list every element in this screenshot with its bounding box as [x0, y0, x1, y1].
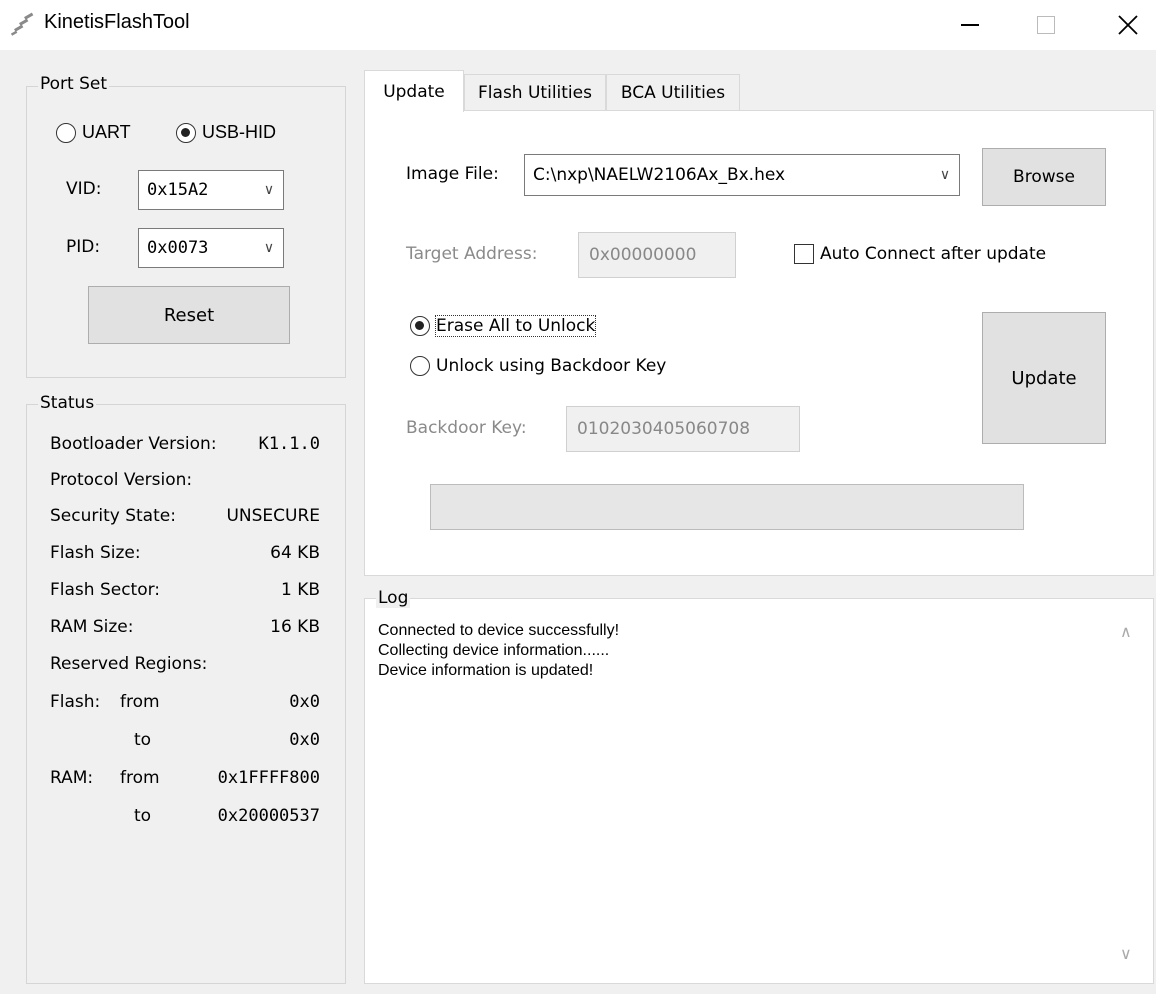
image-file-value: C:\nxp\NAELW2106Ax_Bx.hex — [533, 165, 786, 185]
kinetis-logo-icon — [10, 12, 34, 36]
flash-size-label: Flash Size: — [50, 543, 141, 563]
close-button[interactable] — [1100, 0, 1156, 50]
unlock-backdoor-radio-circle — [410, 356, 430, 376]
reserved-regions-label: Reserved Regions: — [50, 654, 208, 674]
ram-from-label: from — [120, 768, 160, 788]
log-line: Collecting device information...... — [378, 642, 610, 659]
target-address-label: Target Address: — [406, 244, 538, 264]
flash-sector-value: 1 KB — [280, 580, 320, 600]
ram-to-row: to 0x20000537 — [50, 806, 320, 834]
chevron-down-icon: ∨ — [263, 240, 275, 256]
flash-sector-row: Flash Sector: 1 KB — [50, 580, 320, 608]
backdoor-key-label: Backdoor Key: — [406, 418, 527, 438]
flash-to-label: to — [134, 730, 152, 750]
window-title: KinetisFlashTool — [44, 11, 190, 33]
ram-from-value: 0x1FFFF800 — [217, 768, 320, 788]
status-label: Status — [38, 393, 97, 413]
erase-all-radio[interactable]: Erase All to Unlock — [410, 315, 597, 337]
bootloader-version-value: K1.1.0 — [258, 434, 320, 454]
protocol-version-label: Protocol Version: — [50, 470, 193, 490]
close-icon — [1118, 15, 1138, 35]
image-file-label: Image File: — [406, 164, 499, 184]
maximize-button[interactable] — [1018, 0, 1074, 50]
vid-label: VID: — [66, 179, 102, 199]
security-state-label: Security State: — [50, 506, 176, 526]
ram-to-label: to — [134, 806, 152, 826]
usb-hid-label: USB-HID — [202, 122, 277, 142]
ram-size-value: 16 KB — [270, 617, 320, 637]
progress-bar — [430, 484, 1024, 530]
chevron-down-icon: ∨ — [939, 167, 951, 183]
chevron-down-icon: ∨ — [263, 182, 275, 198]
bootloader-version-row: Bootloader Version: K1.1.0 — [50, 434, 320, 462]
unlock-backdoor-label: Unlock using Backdoor Key — [436, 356, 667, 376]
auto-connect-check-box — [794, 244, 814, 264]
target-address-input[interactable]: 0x00000000 — [578, 232, 736, 278]
ram-from-row: RAM: from 0x1FFFF800 — [50, 768, 320, 796]
flash-to-row: to 0x0 — [50, 730, 320, 758]
pid-label: PID: — [66, 237, 101, 257]
usb-hid-radio-circle — [176, 122, 196, 143]
tab-flash-utilities[interactable]: Flash Utilities — [464, 74, 606, 110]
auto-connect-label: Auto Connect after update — [820, 244, 1047, 264]
update-button[interactable]: Update — [982, 312, 1106, 444]
minimize-icon — [961, 24, 979, 26]
flash-from-value: 0x0 — [289, 692, 320, 712]
flash-size-row: Flash Size: 64 KB — [50, 543, 320, 571]
ram-size-row: RAM Size: 16 KB — [50, 617, 320, 645]
image-file-select[interactable]: C:\nxp\NAELW2106Ax_Bx.hex ∨ — [524, 154, 960, 196]
backdoor-key-input[interactable]: 0102030405060708 — [566, 406, 800, 452]
flash-from-row: Flash: from 0x0 — [50, 692, 320, 720]
erase-all-label: Erase All to Unlock — [434, 315, 597, 337]
log-scrollbar[interactable]: ∧ ∨ — [1112, 610, 1146, 972]
maximize-icon — [1037, 16, 1055, 34]
ram-to-value: 0x20000537 — [217, 806, 320, 826]
usb-hid-radio[interactable]: USB-HID — [176, 122, 276, 143]
security-state-row: Security State: UNSECURE — [50, 506, 320, 534]
security-state-value: UNSECURE — [226, 506, 320, 526]
flash-to-value: 0x0 — [289, 730, 320, 750]
bootloader-version-label: Bootloader Version: — [50, 434, 217, 454]
pid-value: 0x0073 — [147, 238, 209, 258]
vid-select[interactable]: 0x15A2 ∨ — [138, 170, 284, 210]
log-line: Connected to device successfully! — [378, 622, 620, 639]
browse-button[interactable]: Browse — [982, 148, 1106, 206]
uart-radio-circle — [56, 122, 76, 143]
flash-region-label: Flash: — [50, 692, 101, 712]
reset-button[interactable]: Reset — [88, 286, 290, 344]
log-label: Log — [376, 588, 411, 608]
pid-select[interactable]: 0x0073 ∨ — [138, 228, 284, 268]
vid-value: 0x15A2 — [147, 180, 209, 200]
flash-size-value: 64 KB — [270, 543, 320, 563]
port-set-label: Port Set — [38, 74, 110, 94]
auto-connect-checkbox[interactable]: Auto Connect after update — [794, 244, 1046, 264]
protocol-version-row: Protocol Version: — [50, 470, 320, 498]
reserved-regions-row: Reserved Regions: — [50, 654, 320, 682]
chevron-up-icon[interactable]: ∧ — [1120, 622, 1132, 641]
flash-sector-label: Flash Sector: — [50, 580, 161, 600]
uart-radio[interactable]: UART — [56, 122, 131, 143]
erase-all-radio-circle — [410, 316, 430, 336]
flash-from-label: from — [120, 692, 160, 712]
ram-region-label: RAM: — [50, 768, 94, 788]
log-line: Device information is updated! — [378, 662, 594, 679]
unlock-backdoor-radio[interactable]: Unlock using Backdoor Key — [410, 356, 666, 376]
minimize-button[interactable] — [942, 0, 998, 50]
chevron-down-icon[interactable]: ∨ — [1120, 944, 1132, 963]
tab-bca-utilities[interactable]: BCA Utilities — [606, 74, 740, 110]
ram-size-label: RAM Size: — [50, 617, 134, 637]
uart-label: UART — [82, 122, 131, 142]
tab-update[interactable]: Update — [364, 70, 464, 112]
